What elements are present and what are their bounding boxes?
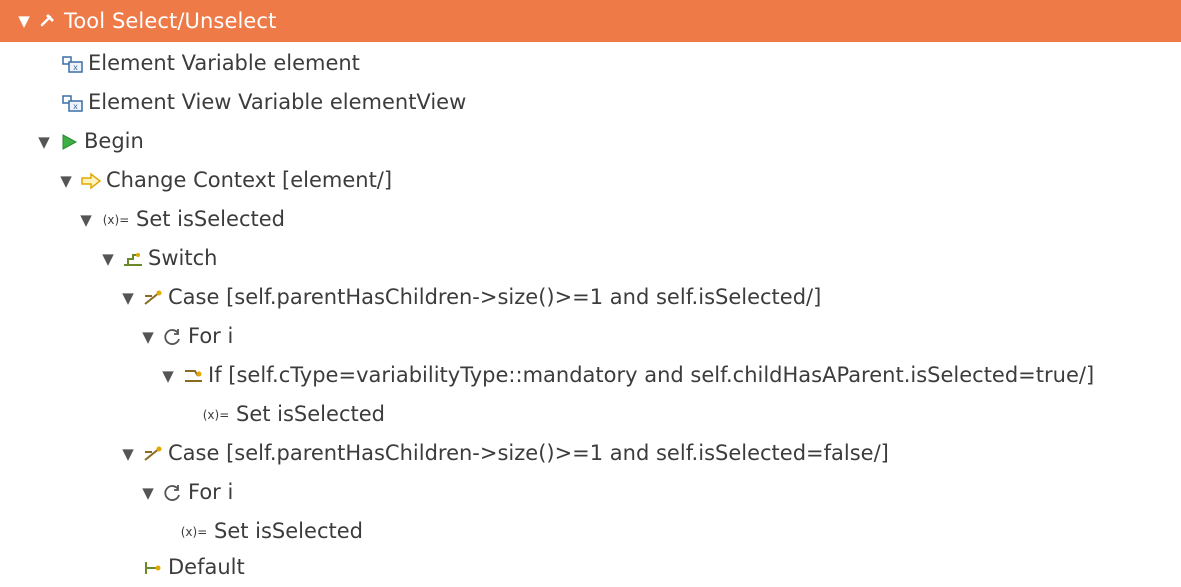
expand-toggle-icon[interactable]: ▼: [158, 366, 178, 386]
tree-row-root[interactable]: ▼ Tool Select/Unselect: [0, 0, 1181, 42]
tree-row-set-isselected[interactable]: ▼ (x)= Set isSelected: [0, 200, 1181, 239]
hammer-icon: [38, 10, 60, 32]
tree-row-element-view-variable[interactable]: x Element View Variable elementView: [0, 83, 1181, 122]
tree-row-set-isselected-3[interactable]: (x)= Set isSelected: [0, 512, 1181, 551]
tree-label: Tool Select/Unselect: [64, 8, 277, 33]
case-icon: [142, 443, 164, 465]
let-assign-icon: (x)=: [180, 524, 208, 539]
tree-row-change-context[interactable]: ▼ Change Context [element/]: [0, 161, 1181, 200]
loop-icon: [162, 326, 184, 348]
tree-row-for-2[interactable]: ▼ For i: [0, 473, 1181, 512]
expand-toggle-icon[interactable]: ▼: [56, 171, 76, 191]
arrow-right-icon: [80, 170, 102, 192]
case-icon: [142, 287, 164, 309]
expand-toggle-icon[interactable]: ▼: [118, 444, 138, 464]
variable-element-icon: x: [62, 53, 84, 75]
svg-text:x: x: [73, 63, 78, 72]
loop-icon: [162, 482, 184, 504]
expand-toggle-icon[interactable]: ▼: [34, 132, 54, 152]
expand-toggle-icon[interactable]: ▼: [98, 249, 118, 269]
tree-row-set-isselected-2[interactable]: (x)= Set isSelected: [0, 395, 1181, 434]
expand-toggle-icon[interactable]: ▼: [138, 327, 158, 347]
switch-icon: [122, 248, 144, 270]
tree-row-variable-element[interactable]: x Element Variable element: [0, 44, 1181, 83]
svg-text:x: x: [73, 102, 78, 111]
let-assign-icon: (x)=: [102, 212, 130, 227]
expand-toggle-icon[interactable]: ▼: [118, 288, 138, 308]
tree-row-if[interactable]: ▼ If [self.cType=variabilityType::mandat…: [0, 356, 1181, 395]
expand-toggle-icon[interactable]: ▼: [14, 11, 34, 31]
template-tree: ▼ Tool Select/Unselect x Element Variabl…: [0, 0, 1181, 583]
tree-row-begin[interactable]: ▼ Begin: [0, 122, 1181, 161]
let-assign-icon: (x)=: [202, 407, 230, 422]
variable-element-icon: x: [62, 92, 84, 114]
expand-toggle-icon[interactable]: ▼: [76, 210, 96, 230]
tree-row-default[interactable]: Default: [0, 548, 1181, 587]
if-icon: [182, 365, 204, 387]
tree-row-switch[interactable]: ▼ Switch: [0, 239, 1181, 278]
play-icon: [58, 131, 80, 153]
tree-row-case-1[interactable]: ▼ Case [self.parentHasChildren->size()>=…: [0, 278, 1181, 317]
tree-row-case-2[interactable]: ▼ Case [self.parentHasChildren->size()>=…: [0, 434, 1181, 473]
default-icon: [142, 557, 164, 579]
tree-row-for-1[interactable]: ▼ For i: [0, 317, 1181, 356]
expand-toggle-icon[interactable]: ▼: [138, 483, 158, 503]
